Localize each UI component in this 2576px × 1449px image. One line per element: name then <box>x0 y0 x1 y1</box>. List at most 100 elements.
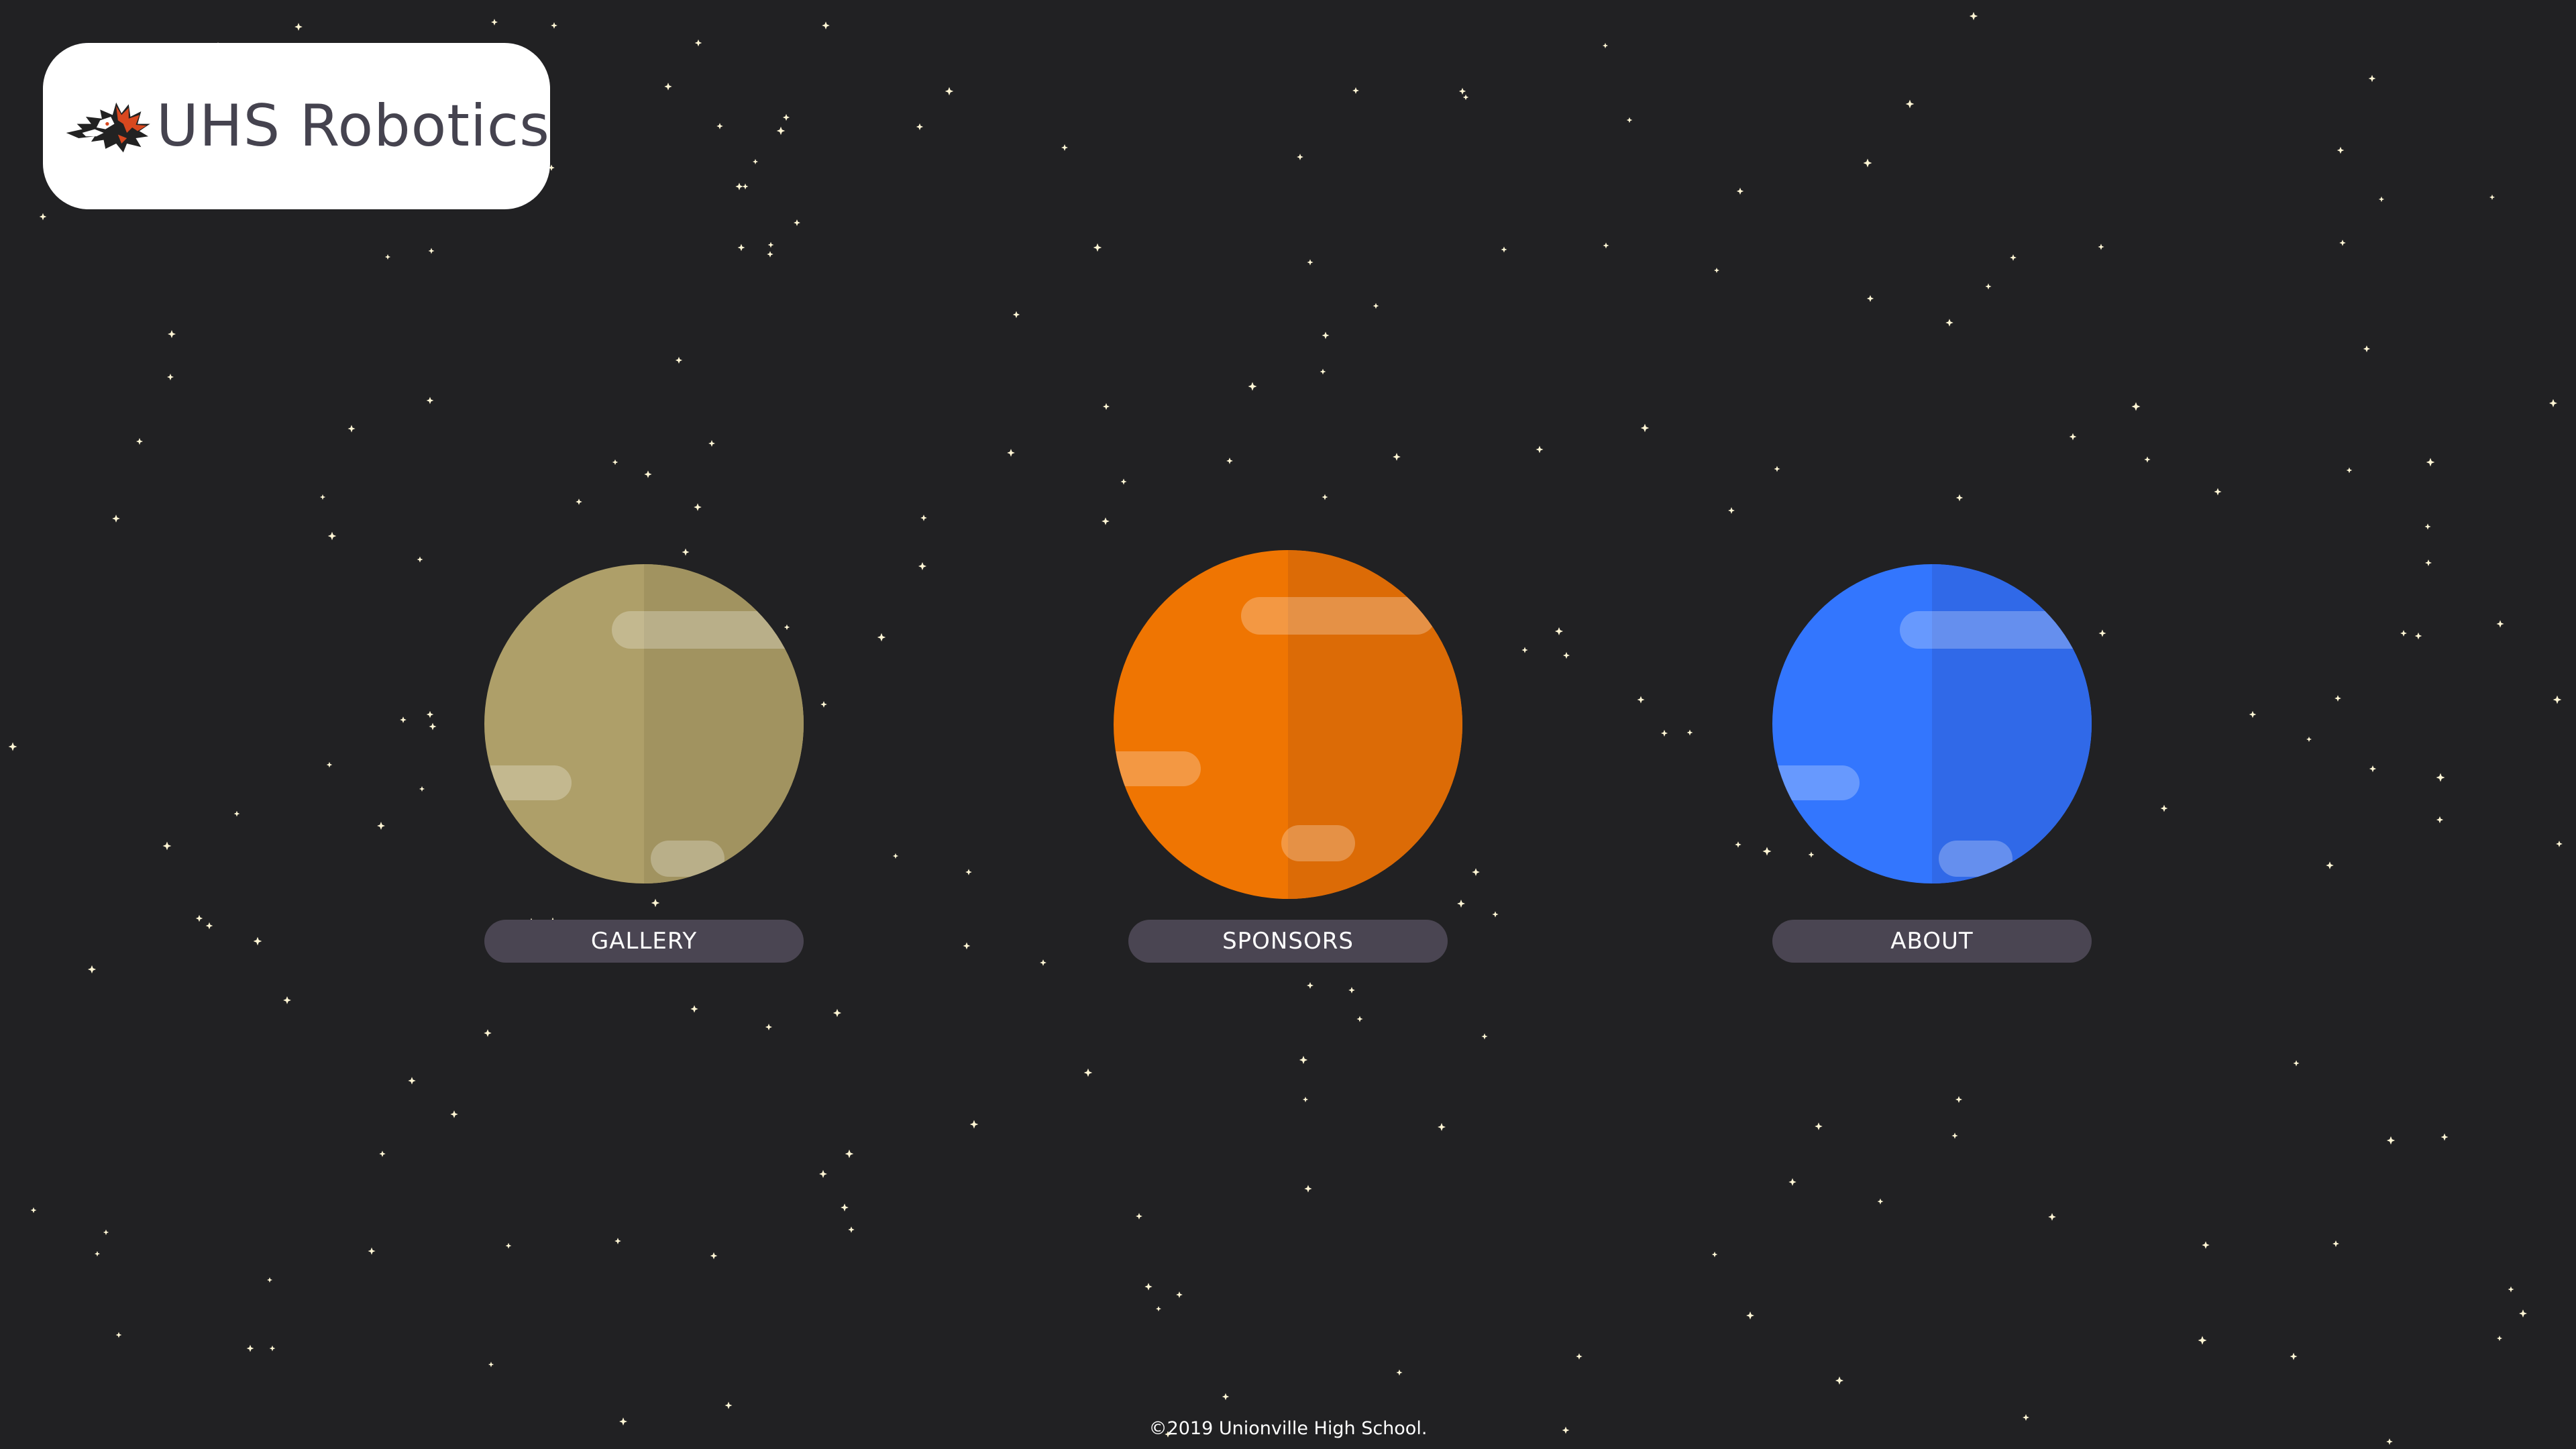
star-icon <box>319 494 326 500</box>
star-icon <box>1640 423 1650 433</box>
star-icon <box>327 531 337 541</box>
star-icon <box>1562 651 1570 659</box>
star-icon <box>1093 243 1102 252</box>
star-icon <box>195 914 203 922</box>
planet-cloud <box>1241 597 1436 635</box>
star-icon <box>2426 458 2435 467</box>
star-icon <box>294 23 303 31</box>
star-icon <box>2508 1286 2514 1293</box>
star-icon <box>1576 1353 1582 1360</box>
star-icon <box>1457 900 1465 908</box>
star-icon <box>819 1170 827 1178</box>
star-icon <box>1472 868 1480 876</box>
star-icon <box>1951 1132 1958 1139</box>
about-planet[interactable] <box>1772 564 2092 883</box>
star-icon <box>651 898 660 908</box>
star-icon <box>253 936 262 946</box>
star-icon <box>2339 239 2346 246</box>
star-icon <box>1396 1369 1403 1376</box>
star-icon <box>283 996 291 1004</box>
star-icon <box>2332 1240 2339 1247</box>
star-icon <box>87 965 97 974</box>
star-icon <box>2306 736 2312 743</box>
star-icon <box>400 716 407 723</box>
star-icon <box>2496 620 2504 628</box>
logo-home-link[interactable]: UHS Robotics <box>43 43 550 209</box>
about-link[interactable]: ABOUT <box>1772 920 2092 963</box>
star-icon <box>368 1247 376 1255</box>
star-icon <box>848 1226 855 1233</box>
star-icon <box>1481 1033 1488 1040</box>
star-icon <box>1955 494 1964 502</box>
star-icon <box>1458 87 1466 95</box>
star-icon <box>742 183 749 190</box>
page: UHS Robotics GALLERY SPONSORS ABOUT ©201… <box>0 0 2576 1449</box>
star-icon <box>246 1344 254 1352</box>
star-icon <box>2202 1241 2210 1249</box>
star-icon <box>916 123 924 131</box>
star-icon <box>2249 710 2257 718</box>
star-icon <box>2553 695 2562 704</box>
star-icon <box>1306 981 1314 989</box>
star-icon <box>892 853 899 859</box>
star-icon <box>428 248 435 254</box>
star-icon <box>2346 467 2353 474</box>
star-icon <box>969 1120 979 1129</box>
star-icon <box>1352 87 1359 94</box>
star-icon <box>166 373 174 381</box>
star-icon <box>1297 154 1303 160</box>
star-icon <box>1348 987 1355 994</box>
star-icon <box>1603 242 1609 249</box>
star-icon <box>614 1238 621 1244</box>
star-icon <box>841 1203 849 1212</box>
star-icon <box>2131 402 2141 411</box>
star-icon <box>767 241 774 248</box>
planet-cloud <box>1900 611 2092 649</box>
star-icon <box>694 39 702 47</box>
star-icon <box>1299 1055 1308 1065</box>
gallery-planet[interactable] <box>484 564 804 883</box>
planet-cloud <box>1281 825 1355 861</box>
star-icon <box>1393 453 1401 461</box>
star-icon <box>1626 117 1633 123</box>
sponsors-link[interactable]: SPONSORS <box>1128 920 1448 963</box>
star-icon <box>2048 1213 2056 1221</box>
star-icon <box>417 556 423 563</box>
star-icon <box>1728 507 1735 514</box>
copyright-footer: ©2019 Unionville High School. <box>1148 1418 1428 1439</box>
star-icon <box>1686 729 1693 736</box>
star-icon <box>1660 729 1668 737</box>
star-icon <box>505 1242 512 1249</box>
star-icon <box>2496 1335 2503 1342</box>
star-icon <box>233 810 240 817</box>
star-icon <box>1462 94 1469 101</box>
star-icon <box>2436 773 2445 782</box>
star-icon <box>1102 517 1110 525</box>
star-icon <box>2214 488 2222 496</box>
star-icon <box>326 761 333 768</box>
star-icon <box>782 113 790 121</box>
star-icon <box>269 1345 276 1352</box>
star-icon <box>484 1029 492 1037</box>
star-icon <box>1040 959 1046 966</box>
star-icon <box>2400 630 2407 637</box>
planet-cloud <box>1939 841 2012 877</box>
star-icon <box>2386 1438 2393 1445</box>
star-icon <box>1438 1123 1446 1131</box>
star-icon <box>419 786 425 792</box>
star-icon <box>965 869 972 875</box>
star-icon <box>918 561 927 571</box>
star-icon <box>963 942 971 950</box>
wolf-head-icon <box>66 102 150 153</box>
star-icon <box>2548 398 2558 408</box>
star-icon <box>1945 319 1953 327</box>
star-icon <box>664 83 672 91</box>
star-icon <box>724 1401 733 1409</box>
star-icon <box>2436 816 2444 824</box>
star-icon <box>1248 382 1257 391</box>
gallery-link[interactable]: GALLERY <box>484 920 804 963</box>
star-icon <box>1155 1305 1162 1312</box>
star-icon <box>1176 1291 1183 1298</box>
sponsors-planet[interactable] <box>1114 550 1462 899</box>
star-icon <box>2489 194 2496 201</box>
